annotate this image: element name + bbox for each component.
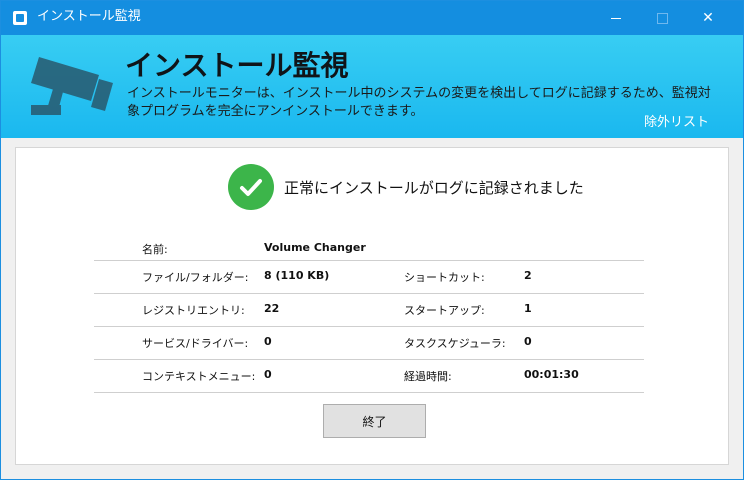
check-icon bbox=[228, 164, 274, 210]
task-scheduler-value: 0 bbox=[524, 335, 532, 348]
startup-label: スタートアップ: bbox=[404, 304, 485, 317]
window-title: インストール監視 bbox=[37, 9, 141, 24]
status-message: 正常にインストールがログに記録されました bbox=[284, 178, 584, 197]
registry-entries-label: レジストリエントリ: bbox=[142, 304, 245, 317]
status-row: 正常にインストールがログに記録されました bbox=[228, 164, 584, 210]
info-row: コンテキストメニュー: 0 経過時間: 00:01:30 bbox=[94, 360, 644, 393]
registry-entries-value: 22 bbox=[264, 302, 280, 315]
context-menu-label: コンテキストメニュー: bbox=[142, 370, 256, 383]
info-row: ファイル/フォルダー: 8 (110 KB) ショートカット: 2 bbox=[94, 261, 644, 294]
name-value: Volume Changer bbox=[264, 241, 366, 254]
finish-button[interactable]: 終了 bbox=[323, 404, 426, 438]
startup-value: 1 bbox=[524, 302, 532, 315]
files-folders-value: 8 (110 KB) bbox=[264, 269, 330, 282]
header-title: インストール監視 bbox=[125, 49, 349, 82]
info-table: 名前: Volume Changer ファイル/フォルダー: 8 (110 KB… bbox=[94, 232, 644, 393]
header-description: インストールモニターは、インストール中のシステムの変更を検出してログに記録するた… bbox=[127, 86, 711, 119]
maximize-button bbox=[639, 1, 685, 35]
name-label: 名前: bbox=[142, 243, 168, 256]
shortcuts-value: 2 bbox=[524, 269, 532, 282]
context-menu-value: 0 bbox=[264, 368, 272, 381]
elapsed-time-value: 00:01:30 bbox=[524, 368, 579, 381]
title-bar[interactable]: インストール監視 ✕ bbox=[1, 1, 743, 35]
shortcuts-label: ショートカット: bbox=[404, 271, 485, 284]
services-drivers-label: サービス/ドライバー: bbox=[142, 337, 249, 350]
services-drivers-value: 0 bbox=[264, 335, 272, 348]
minimize-button[interactable] bbox=[593, 1, 639, 35]
elapsed-time-label: 経過時間: bbox=[404, 370, 452, 383]
app-icon bbox=[13, 11, 27, 25]
app-window: インストール監視 ✕ インストール監視 インストールモニターは、インストール中の… bbox=[0, 0, 744, 480]
info-row: レジストリエントリ: 22 スタートアップ: 1 bbox=[94, 294, 644, 327]
security-camera-icon bbox=[31, 57, 113, 115]
close-button[interactable]: ✕ bbox=[685, 1, 731, 35]
info-row: サービス/ドライバー: 0 タスクスケジューラ: 0 bbox=[94, 327, 644, 360]
task-scheduler-label: タスクスケジューラ: bbox=[404, 337, 506, 350]
result-panel: 正常にインストールがログに記録されました 名前: Volume Changer … bbox=[15, 147, 729, 465]
info-row-name: 名前: Volume Changer bbox=[94, 232, 644, 261]
exclude-list-link[interactable]: 除外リスト bbox=[644, 111, 709, 130]
files-folders-label: ファイル/フォルダー: bbox=[142, 271, 249, 284]
header-banner: インストール監視 インストールモニターは、インストール中のシステムの変更を検出し… bbox=[1, 35, 743, 138]
